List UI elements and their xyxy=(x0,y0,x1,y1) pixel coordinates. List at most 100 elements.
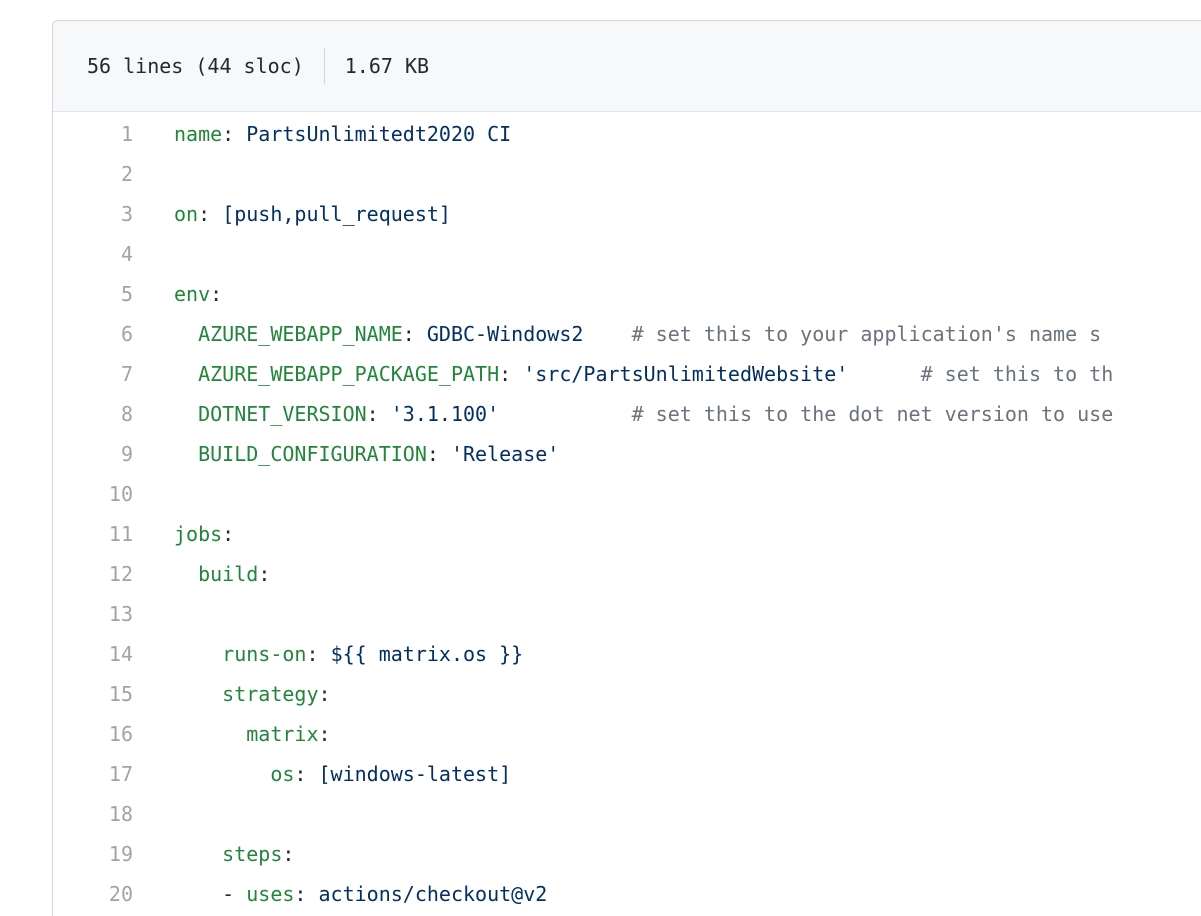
yaml-key: matrix xyxy=(246,722,319,746)
line-content: AZURE_WEBAPP_NAME: GDBC-Windows2 # set t… xyxy=(133,314,1101,354)
line-number[interactable]: 8 xyxy=(53,394,133,434)
code-line: 9 BUILD_CONFIGURATION: 'Release' xyxy=(53,434,1201,474)
line-content xyxy=(133,794,174,834)
line-number[interactable]: 16 xyxy=(53,714,133,754)
line-content: on: [push,pull_request] xyxy=(133,194,451,234)
yaml-key: build xyxy=(198,562,259,586)
line-content: env: xyxy=(133,274,222,314)
yaml-key: runs-on xyxy=(222,642,307,666)
line-number[interactable]: 9 xyxy=(53,434,133,474)
yaml-key: os xyxy=(270,762,295,786)
code-line: 5 env: xyxy=(53,274,1201,314)
line-content: AZURE_WEBAPP_PACKAGE_PATH: 'src/PartsUnl… xyxy=(133,354,1113,394)
code-line: 7 AZURE_WEBAPP_PACKAGE_PATH: 'src/PartsU… xyxy=(53,354,1201,394)
yaml-separator: : xyxy=(426,442,451,466)
yaml-separator: : xyxy=(318,722,331,746)
yaml-value: 'src/PartsUnlimitedWebsite' xyxy=(523,362,921,386)
yaml-separator: : xyxy=(402,322,427,346)
indent: - xyxy=(174,882,247,906)
yaml-separator: : xyxy=(282,842,295,866)
line-number[interactable]: 10 xyxy=(53,474,133,514)
code-line: 14 runs-on: ${{ matrix.os }} xyxy=(53,634,1201,674)
yaml-separator: : xyxy=(294,882,319,906)
yaml-value: ${{ matrix.os }} xyxy=(330,642,524,666)
line-content: BUILD_CONFIGURATION: 'Release' xyxy=(133,434,559,474)
code-line: 13 xyxy=(53,594,1201,634)
yaml-separator: : xyxy=(210,282,223,306)
code-line: 2 xyxy=(53,154,1201,194)
file-size: 1.67 KB xyxy=(344,54,430,78)
line-content xyxy=(133,234,174,274)
line-count: 56 lines (44 sloc) xyxy=(87,54,304,78)
line-number[interactable]: 18 xyxy=(53,794,133,834)
line-number[interactable]: 1 xyxy=(53,114,133,154)
yaml-key: strategy xyxy=(222,682,319,706)
line-number[interactable]: 2 xyxy=(53,154,133,194)
code-line: 11 jobs: xyxy=(53,514,1201,554)
line-number[interactable]: 3 xyxy=(53,194,133,234)
line-number[interactable]: 7 xyxy=(53,354,133,394)
line-number[interactable]: 4 xyxy=(53,234,133,274)
code-line: 6 AZURE_WEBAPP_NAME: GDBC-Windows2 # set… xyxy=(53,314,1201,354)
line-content: strategy: xyxy=(133,674,330,714)
yaml-comment: # set this to th xyxy=(920,362,1114,386)
line-number[interactable]: 5 xyxy=(53,274,133,314)
yaml-separator: : xyxy=(222,522,235,546)
yaml-value: actions/checkout@v2 xyxy=(318,882,548,906)
file-info-bar: 56 lines (44 sloc) 1.67 KB xyxy=(53,21,1201,112)
line-number[interactable]: 17 xyxy=(53,754,133,794)
yaml-separator: : xyxy=(294,762,319,786)
code-line: 4 xyxy=(53,234,1201,274)
yaml-value: 'Release' xyxy=(450,442,560,466)
line-number[interactable]: 14 xyxy=(53,634,133,674)
line-number[interactable]: 13 xyxy=(53,594,133,634)
yaml-value: [windows-latest] xyxy=(318,762,512,786)
yaml-separator: : xyxy=(222,122,247,146)
yaml-key: env xyxy=(174,282,211,306)
yaml-separator: : xyxy=(306,642,331,666)
line-content: jobs: xyxy=(133,514,234,554)
line-number[interactable]: 11 xyxy=(53,514,133,554)
yaml-key: name xyxy=(174,122,223,146)
yaml-value: PartsUnlimitedt2020 CI xyxy=(246,122,512,146)
code-line: 17 os: [windows-latest] xyxy=(53,754,1201,794)
code-line: 8 DOTNET_VERSION: '3.1.100' # set this t… xyxy=(53,394,1201,434)
line-number[interactable]: 6 xyxy=(53,314,133,354)
line-number[interactable]: 15 xyxy=(53,674,133,714)
yaml-key: on xyxy=(174,202,199,226)
line-content xyxy=(133,594,174,634)
yaml-value: [push,pull_request] xyxy=(222,202,451,226)
line-number[interactable]: 20 xyxy=(53,874,133,914)
yaml-separator: : xyxy=(366,402,391,426)
code-line: 3 on: [push,pull_request] xyxy=(53,194,1201,234)
code-line: 20 - uses: actions/checkout@v2 xyxy=(53,874,1201,914)
yaml-comment: # set this to your application's name s xyxy=(631,322,1102,346)
code-line: 10 xyxy=(53,474,1201,514)
line-content: name: PartsUnlimitedt2020 CI xyxy=(133,114,511,154)
line-content: matrix: xyxy=(133,714,331,754)
line-content: build: xyxy=(133,554,270,594)
yaml-value: '3.1.100' xyxy=(390,402,632,426)
line-number[interactable]: 19 xyxy=(53,834,133,874)
yaml-separator: : xyxy=(258,562,271,586)
code-line: 18 xyxy=(53,794,1201,834)
line-number[interactable]: 12 xyxy=(53,554,133,594)
yaml-key: AZURE_WEBAPP_PACKAGE_PATH xyxy=(198,362,500,386)
code-line: 1 name: PartsUnlimitedt2020 CI xyxy=(53,114,1201,154)
yaml-key: uses xyxy=(246,882,295,906)
line-content: DOTNET_VERSION: '3.1.100' # set this to … xyxy=(133,394,1113,434)
yaml-key: DOTNET_VERSION xyxy=(198,402,367,426)
line-content: runs-on: ${{ matrix.os }} xyxy=(133,634,523,674)
yaml-key: BUILD_CONFIGURATION xyxy=(198,442,427,466)
line-content xyxy=(133,154,174,194)
yaml-separator: : xyxy=(198,202,223,226)
code-line: 15 strategy: xyxy=(53,674,1201,714)
